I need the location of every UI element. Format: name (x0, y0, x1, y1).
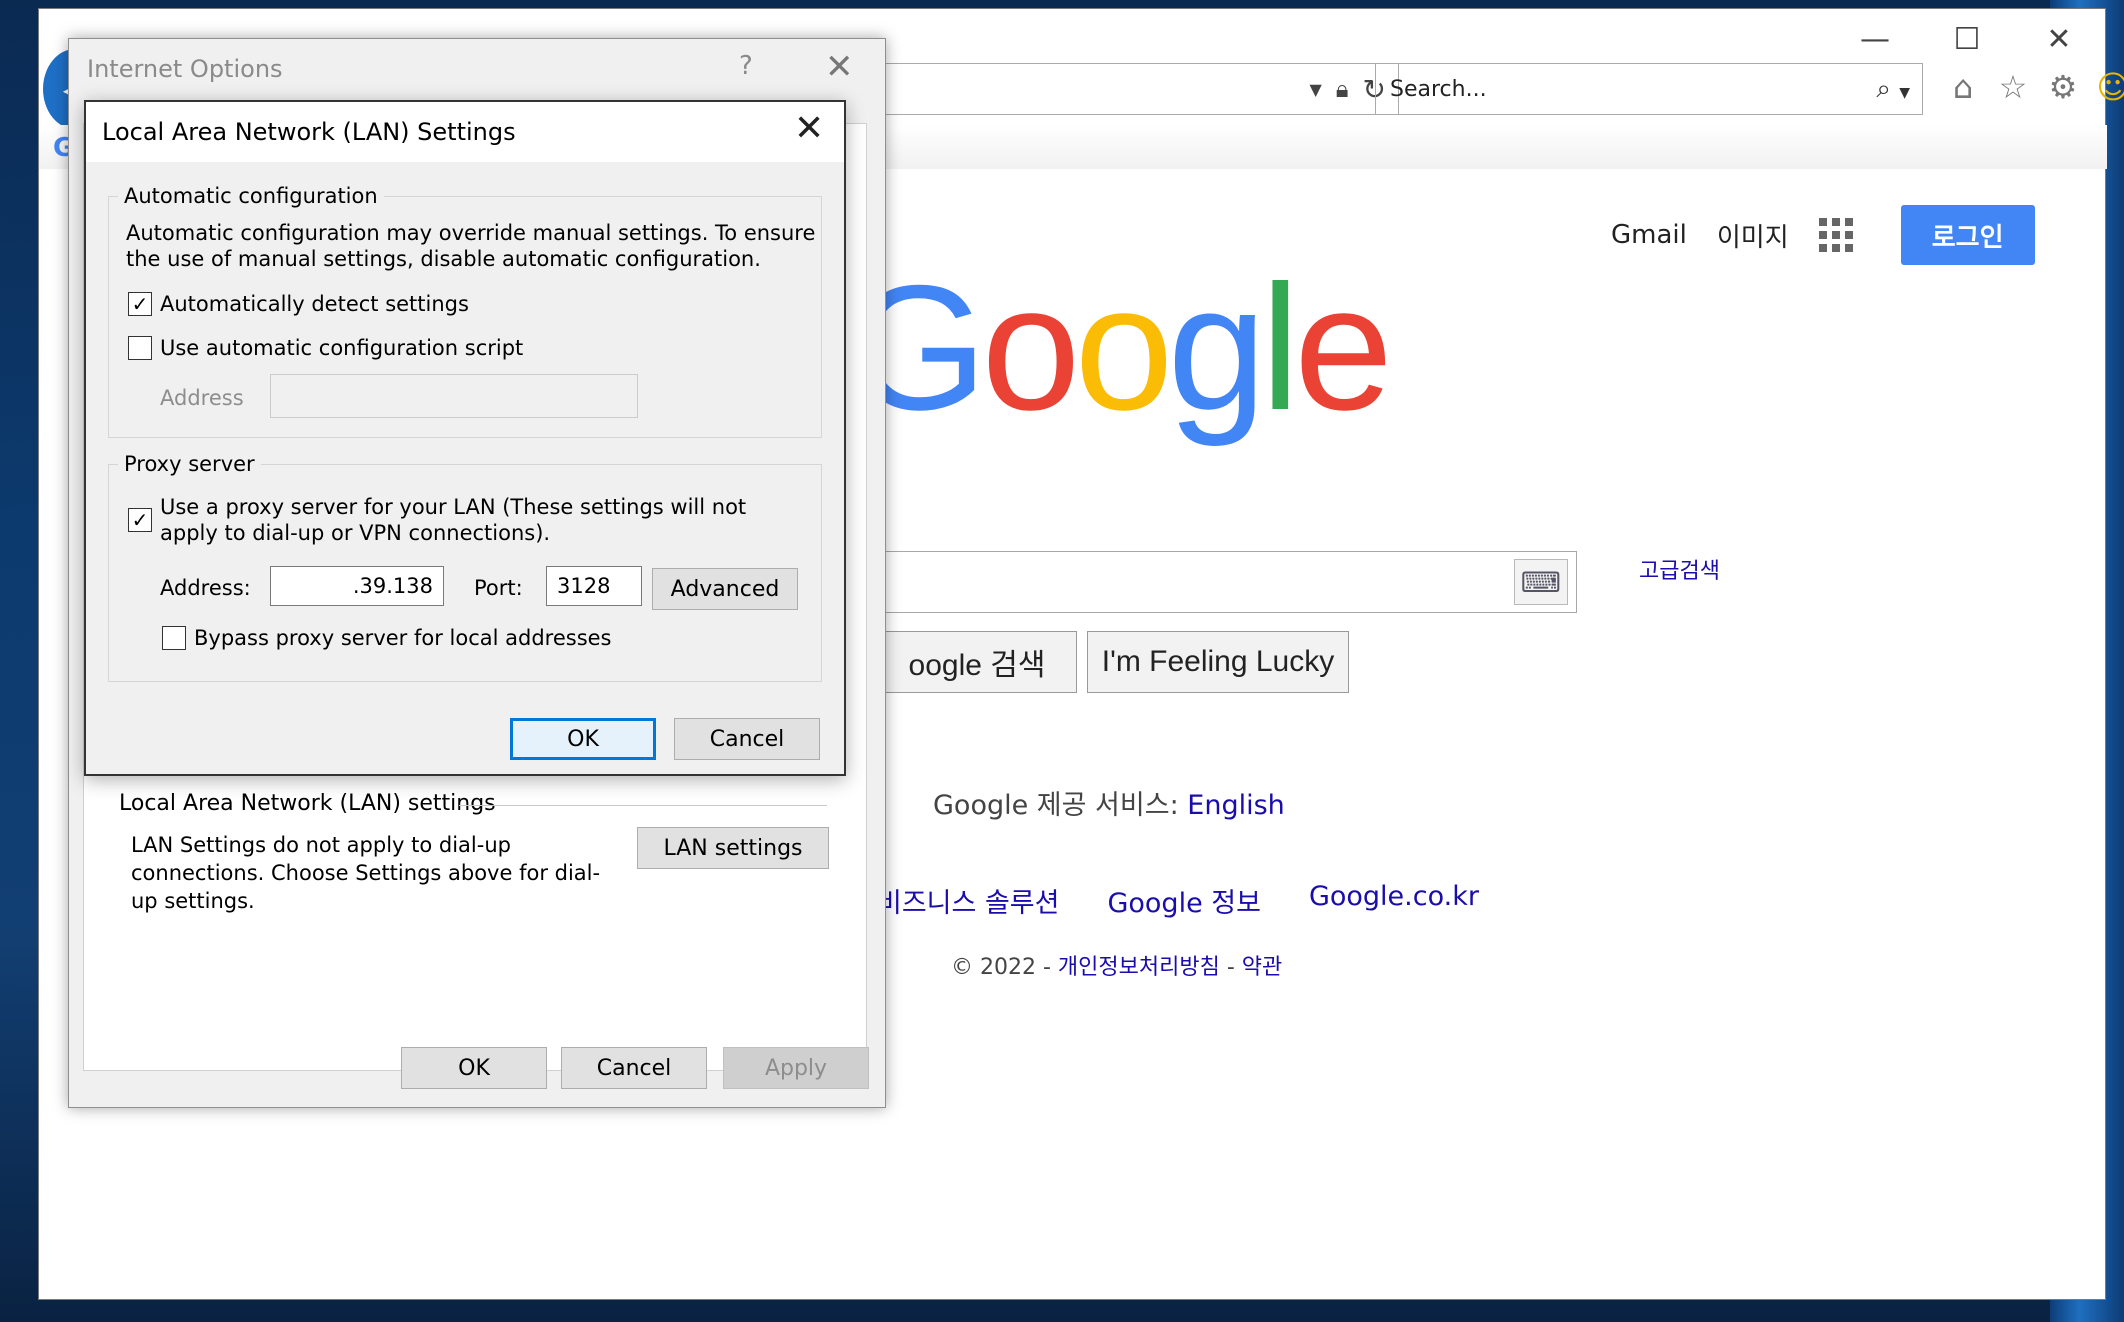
address-bar[interactable]: ▼ 🔒︎ ↻ (839, 63, 1399, 115)
auto-config-description: Automatic configuration may override man… (126, 221, 816, 271)
cancel-button[interactable]: Cancel (561, 1047, 707, 1089)
minimize-button[interactable]: — (1829, 9, 1921, 69)
bypass-local-checkbox[interactable] (162, 626, 186, 650)
help-button[interactable]: ? (739, 51, 753, 81)
google-search-button[interactable]: oogle 검색 (877, 631, 1077, 693)
images-link[interactable]: 이미지 (1717, 217, 1789, 254)
apply-button[interactable]: Apply (723, 1047, 869, 1089)
auto-config-group-label: Automatic configuration (118, 184, 384, 208)
browser-search-box[interactable]: ⌕ ▼ (1375, 63, 1923, 115)
maximize-button[interactable]: ☐ (1921, 9, 2013, 69)
proxy-address-label: Address: (160, 576, 251, 600)
google-top-nav: Gmail 이미지 로그인 (1611, 205, 2035, 265)
search-icon[interactable]: ⌕ ▼ (1876, 74, 1910, 105)
use-proxy-label: Use a proxy server for your LAN (These s… (160, 495, 747, 545)
apps-grid-icon[interactable] (1818, 218, 1853, 252)
close-icon[interactable]: ✕ (825, 47, 854, 87)
advanced-search-link[interactable]: 고급검색 (1639, 553, 1720, 585)
script-address-input[interactable] (270, 374, 638, 418)
proxy-port-label: Port: (474, 576, 523, 600)
feeling-lucky-button[interactable]: I'm Feeling Lucky (1087, 631, 1349, 693)
advanced-button[interactable]: Advanced (652, 568, 798, 610)
google-logo: Google (849, 248, 1393, 447)
lan-dialog-title: Local Area Network (LAN) Settings (102, 118, 516, 146)
copyright-text: © 2022 - (951, 955, 1058, 980)
privacy-link[interactable]: 개인정보처리방침 (1058, 955, 1220, 980)
proxy-port-input[interactable] (546, 566, 642, 606)
google-copyright: © 2022 - 개인정보처리방침 - 약관 (951, 949, 1282, 981)
close-window-button[interactable]: ✕ (2013, 9, 2105, 69)
lan-settings-button[interactable]: LAN settings (637, 827, 829, 869)
ok-button[interactable]: OK (401, 1047, 547, 1089)
language-offer-label: Google 제공 서비스: (933, 790, 1179, 821)
use-script-checkbox[interactable] (128, 336, 152, 360)
lan-section-label: Local Area Network (LAN) settings (119, 791, 506, 816)
browser-toolbar: ⌂ ☆ ⚙ ☺ (1945, 68, 2124, 106)
google-co-kr-link[interactable]: Google.co.kr (1309, 881, 1479, 920)
google-search-input[interactable]: ⌨ (877, 551, 1577, 613)
window-controls: — ☐ ✕ (1829, 9, 2105, 69)
use-proxy-checkbox[interactable]: ✓ (128, 508, 152, 532)
lan-settings-dialog: Local Area Network (LAN) Settings ✕ Auto… (84, 100, 846, 776)
gmail-link[interactable]: Gmail (1611, 220, 1687, 250)
section-divider (459, 805, 827, 806)
lan-section-description: LAN Settings do not apply to dial-up con… (131, 833, 601, 913)
about-google-link[interactable]: Google 정보 (1107, 881, 1260, 920)
bypass-local-label: Bypass proxy server for local addresses (194, 626, 612, 650)
proxy-server-group-label: Proxy server (118, 452, 261, 476)
browser-search-input[interactable] (1388, 75, 1772, 103)
language-offer: Google 제공 서비스: English (933, 783, 1285, 822)
close-icon[interactable]: ✕ (794, 108, 824, 149)
lan-ok-button[interactable]: OK (510, 718, 656, 760)
auto-detect-checkbox[interactable]: ✓ (128, 292, 152, 316)
footer-separator: - (1219, 955, 1242, 980)
terms-link[interactable]: 약관 (1242, 955, 1282, 980)
google-footer-links: 비즈니스 솔루션 Google 정보 Google.co.kr (877, 881, 1479, 920)
login-button[interactable]: 로그인 (1900, 205, 2035, 265)
lan-cancel-button[interactable]: Cancel (674, 718, 820, 760)
dropdown-arrow-icon[interactable]: ▼ (1309, 80, 1321, 99)
settings-gear-icon[interactable]: ⚙ (2045, 68, 2081, 106)
favorites-star-icon[interactable]: ☆ (1995, 68, 2031, 106)
keyboard-icon[interactable]: ⌨ (1514, 559, 1568, 605)
auto-detect-label: Automatically detect settings (160, 292, 469, 316)
lock-icon[interactable]: 🔒︎ (1336, 75, 1349, 103)
proxy-address-input[interactable] (270, 566, 444, 606)
language-english-link[interactable]: English (1187, 790, 1285, 821)
business-solutions-link[interactable]: 비즈니스 솔루션 (877, 881, 1059, 920)
feedback-smiley-icon[interactable]: ☺ (2095, 68, 2124, 106)
script-address-label: Address (160, 386, 244, 410)
home-icon[interactable]: ⌂ (1945, 68, 1981, 106)
use-script-label: Use automatic configuration script (160, 336, 524, 360)
dialog-title: Internet Options (87, 55, 283, 83)
